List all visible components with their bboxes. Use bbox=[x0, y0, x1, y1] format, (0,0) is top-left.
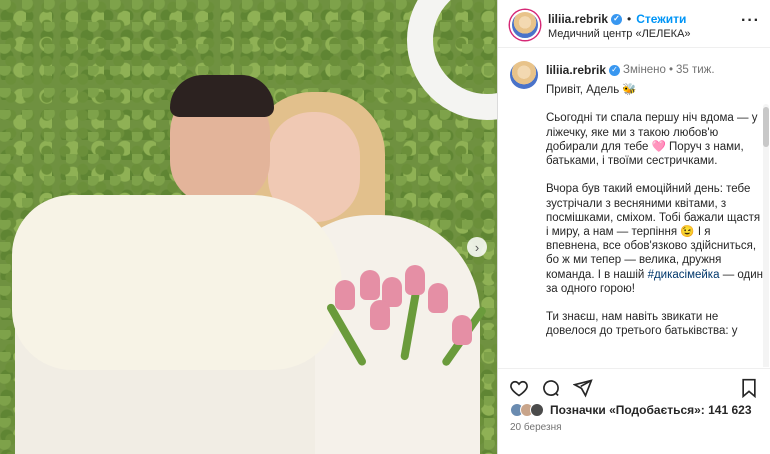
tulip-bouquet bbox=[320, 255, 495, 375]
post-location[interactable]: Медичний центр «ЛЕЛЕКА» bbox=[548, 28, 691, 40]
next-image-button[interactable]: › bbox=[467, 237, 487, 257]
caption-paragraph: Ти знаєш, нам навіть звикати не довелося… bbox=[546, 311, 738, 338]
edited-label: Змінено bbox=[623, 64, 666, 76]
author-avatar[interactable] bbox=[510, 10, 540, 40]
caption-username[interactable]: liliia.rebrik bbox=[546, 63, 606, 77]
man-hair bbox=[170, 75, 274, 117]
caption-avatar[interactable] bbox=[510, 61, 538, 89]
liker-avatar bbox=[530, 403, 544, 417]
caption-paragraph: Вчора був такий емоційний день: тебе зус… bbox=[546, 183, 764, 295]
clinic-logo bbox=[407, 0, 497, 120]
bookmark-icon[interactable] bbox=[738, 377, 760, 399]
follow-button[interactable]: Стежити bbox=[636, 12, 686, 26]
caption-area: liliia.rebrik ✓ Змінено • 35 тиж. Привіт… bbox=[498, 49, 770, 367]
heart-icon[interactable] bbox=[508, 377, 530, 399]
verified-icon: ✓ bbox=[609, 64, 621, 76]
hashtag-link[interactable]: #дикасімейка bbox=[648, 269, 720, 281]
caption-text: Привіт, Адель 🐝 Сьогодні ти спала першу … bbox=[546, 83, 764, 353]
separator-dot: • bbox=[627, 12, 632, 26]
baby-blanket bbox=[12, 195, 342, 370]
caption-paragraph: Привіт, Адель 🐝 bbox=[546, 84, 637, 96]
likes-summary[interactable]: Позначки «Подобається»: 141 623 bbox=[510, 401, 752, 419]
author-username[interactable]: liliia.rebrik bbox=[548, 12, 608, 26]
post-date[interactable]: 20 березня bbox=[510, 422, 562, 433]
verified-icon: ✓ bbox=[611, 13, 623, 25]
more-icon[interactable]: ··· bbox=[741, 12, 760, 30]
chevron-right-icon: › bbox=[474, 239, 480, 255]
likes-count[interactable]: Позначки «Подобається»: 141 623 bbox=[550, 403, 752, 417]
post-panel: liliia.rebrik ✓ • Стежити Медичний центр… bbox=[497, 0, 770, 454]
caption-paragraph: Сьогодні ти спала першу ніч вдома — у лі… bbox=[546, 112, 758, 167]
share-icon[interactable] bbox=[572, 377, 594, 399]
post-photo[interactable]: › bbox=[0, 0, 497, 454]
separator-dot: • bbox=[668, 64, 673, 76]
scrollbar-thumb[interactable] bbox=[763, 107, 769, 147]
caption-time[interactable]: 35 тиж. bbox=[676, 64, 715, 76]
post-header: liliia.rebrik ✓ • Стежити Медичний центр… bbox=[498, 0, 770, 48]
action-bar bbox=[498, 368, 770, 404]
comment-icon[interactable] bbox=[540, 377, 562, 399]
